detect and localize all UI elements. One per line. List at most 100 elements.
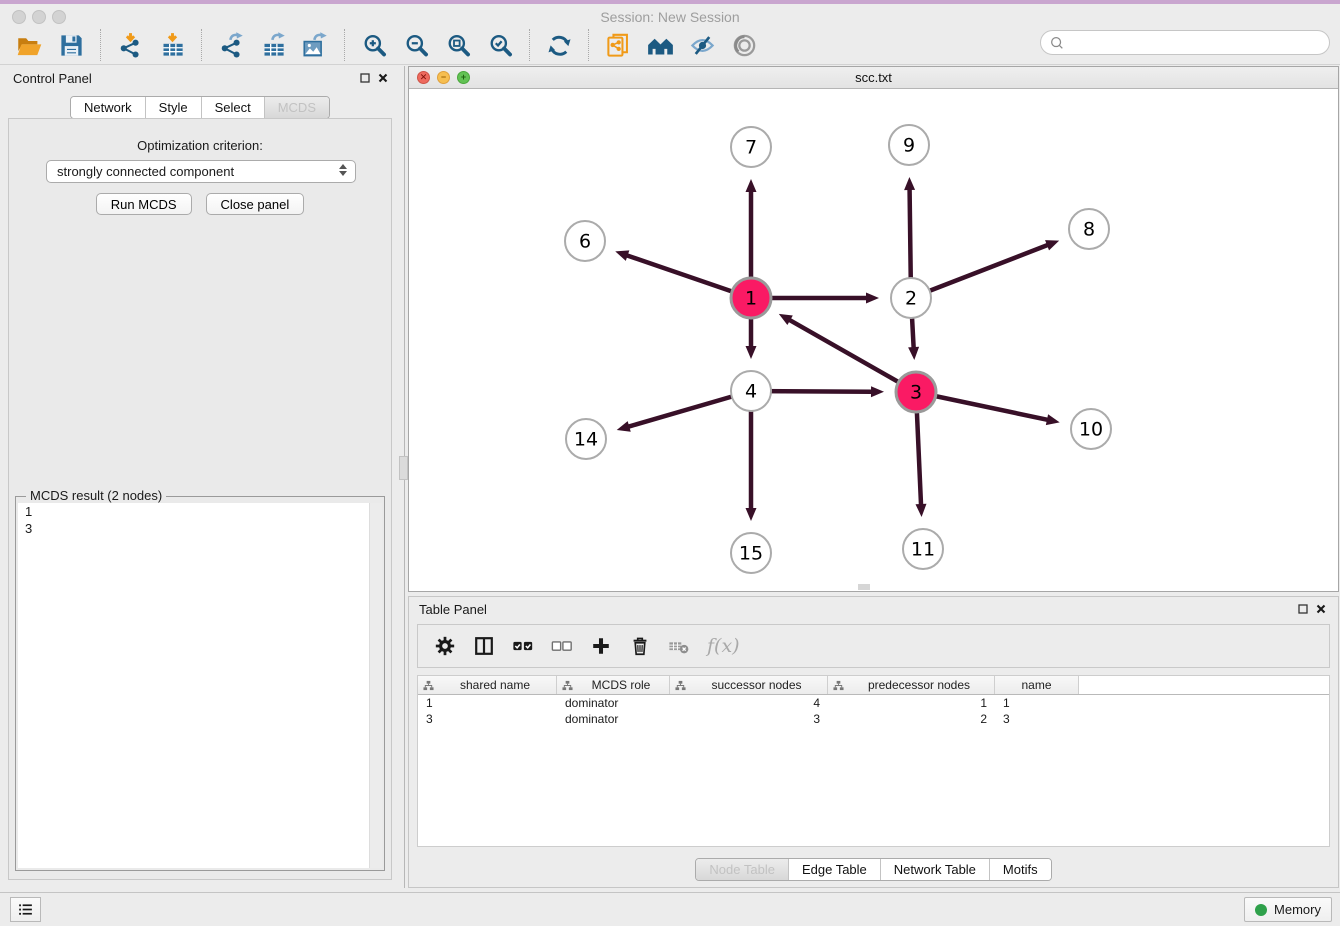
show-panels-button[interactable] <box>10 897 41 922</box>
network-window-titlebar[interactable]: ✕ − + scc.txt <box>409 67 1338 89</box>
run-mcds-button[interactable]: Run MCDS <box>96 193 192 215</box>
edge-arrowhead <box>746 346 757 359</box>
edge-arrowhead <box>1045 240 1059 250</box>
table-cell: 1 <box>995 696 1079 710</box>
delete-row-icon[interactable] <box>627 633 653 659</box>
float-table-panel-icon[interactable] <box>1298 604 1308 614</box>
table-row[interactable]: 1dominator411 <box>418 695 1329 711</box>
search-icon <box>1049 35 1065 51</box>
mcds-result-item[interactable]: 1 <box>18 503 382 520</box>
tab-network[interactable]: Network <box>71 97 145 118</box>
export-table-icon[interactable] <box>258 30 288 60</box>
memory-button-label: Memory <box>1274 902 1321 917</box>
edge-arrowhead <box>615 250 629 260</box>
network-view-title: scc.txt <box>409 70 1338 85</box>
control-panel-title: Control Panel <box>13 71 92 86</box>
table-panel-title: Table Panel <box>419 602 487 617</box>
graph-node-label: 8 <box>1083 219 1095 241</box>
delete-table-icon[interactable] <box>666 633 692 659</box>
tab-network-table[interactable]: Network Table <box>880 859 989 880</box>
tab-motifs[interactable]: Motifs <box>989 859 1051 880</box>
column-header-predecessor-nodes[interactable]: predecessor nodes <box>828 676 995 694</box>
graph-node-label: 1 <box>745 288 757 310</box>
toolbar-separator <box>529 29 530 61</box>
tab-node-table[interactable]: Node Table <box>696 859 788 880</box>
close-panel-button[interactable]: Close panel <box>206 193 305 215</box>
edge-arrowhead <box>746 508 757 521</box>
close-table-panel-icon[interactable] <box>1316 604 1326 614</box>
show-all-icon[interactable] <box>729 30 759 60</box>
column-header-name[interactable]: name <box>995 676 1079 694</box>
panel-divider-handle[interactable] <box>399 456 408 480</box>
edge-3-1[interactable] <box>790 320 916 392</box>
deselect-all-checks-icon[interactable] <box>549 633 575 659</box>
tab-select[interactable]: Select <box>201 97 264 118</box>
toolbar-separator <box>201 29 202 61</box>
search-box[interactable] <box>1040 30 1330 55</box>
mcds-result-list[interactable]: 13 <box>18 503 382 868</box>
control-panel-header: Control Panel <box>0 66 400 92</box>
node-table-body: 1dominator4113dominator323 <box>418 695 1329 727</box>
node-table[interactable]: shared nameMCDS rolesuccessor nodesprede… <box>417 675 1330 847</box>
split-columns-icon[interactable] <box>471 633 497 659</box>
zoom-selected-icon[interactable] <box>485 30 515 60</box>
edge-arrowhead <box>904 177 915 190</box>
save-session-icon[interactable] <box>56 30 86 60</box>
memory-button[interactable]: Memory <box>1244 897 1332 922</box>
edge-arrowhead <box>866 293 879 304</box>
export-network-icon[interactable] <box>216 30 246 60</box>
dropdown-stepper-icon <box>339 164 347 176</box>
edge-arrowhead <box>746 179 757 192</box>
search-input[interactable] <box>1065 31 1329 54</box>
zoom-fit-icon[interactable] <box>443 30 473 60</box>
home-layout-icon[interactable] <box>645 30 675 60</box>
open-file-icon[interactable] <box>14 30 44 60</box>
network-graph[interactable]: 7968124314101511 <box>409 89 1338 591</box>
toolbar-separator <box>344 29 345 61</box>
network-view-window: ✕ − + scc.txt 7968124314101511 <box>408 66 1339 592</box>
clone-network-icon[interactable] <box>603 30 633 60</box>
hide-selected-icon[interactable] <box>687 30 717 60</box>
graph-node-label: 11 <box>911 539 935 561</box>
tab-edge-table[interactable]: Edge Table <box>788 859 880 880</box>
column-settings-icon[interactable] <box>432 633 458 659</box>
optimization-criterion-label: Optimization criterion: <box>9 138 391 153</box>
import-network-icon[interactable] <box>115 30 145 60</box>
tab-style[interactable]: Style <box>145 97 201 118</box>
table-cell: 3 <box>995 712 1079 726</box>
table-cell: 1 <box>418 696 557 710</box>
column-header-MCDS-role[interactable]: MCDS role <box>557 676 670 694</box>
table-cell: 2 <box>828 712 995 726</box>
criterion-dropdown[interactable]: strongly connected component <box>46 160 356 183</box>
network-canvas[interactable]: 7968124314101511 <box>409 89 1338 591</box>
criterion-dropdown-value: strongly connected component <box>57 164 234 179</box>
mcds-list-scrollbar[interactable] <box>369 503 382 868</box>
import-table-icon[interactable] <box>157 30 187 60</box>
zoom-in-icon[interactable] <box>359 30 389 60</box>
table-cell: 4 <box>670 696 828 710</box>
column-header-successor-nodes[interactable]: successor nodes <box>670 676 828 694</box>
refresh-layout-icon[interactable] <box>544 30 574 60</box>
mcds-result-item[interactable]: 3 <box>18 520 382 537</box>
mac-titlebar: Session: New Session <box>0 0 1340 26</box>
add-row-icon[interactable] <box>588 633 614 659</box>
tab-mcds[interactable]: MCDS <box>264 97 329 118</box>
close-panel-icon[interactable] <box>378 73 388 83</box>
toolbar-separator <box>588 29 589 61</box>
zoom-out-icon[interactable] <box>401 30 431 60</box>
application-window: Session: New Session Control Panel Netwo… <box>0 0 1340 926</box>
edge-arrowhead <box>908 347 919 360</box>
column-header-shared-name[interactable]: shared name <box>418 676 557 694</box>
session-title: Session: New Session <box>0 9 1340 25</box>
apply-function-icon[interactable]: f(x) <box>707 635 740 657</box>
memory-status-icon <box>1255 904 1267 916</box>
mcds-panel: Optimization criterion: strongly connect… <box>8 118 392 880</box>
select-all-checks-icon[interactable] <box>510 633 536 659</box>
network-scroll-thumb[interactable] <box>858 584 870 590</box>
float-panel-icon[interactable] <box>360 73 370 83</box>
graph-node-label: 4 <box>745 381 757 403</box>
export-image-icon[interactable] <box>300 30 330 60</box>
edge-2-8[interactable] <box>911 245 1047 298</box>
table-row[interactable]: 3dominator323 <box>418 711 1329 727</box>
edge-arrowhead <box>617 421 631 432</box>
